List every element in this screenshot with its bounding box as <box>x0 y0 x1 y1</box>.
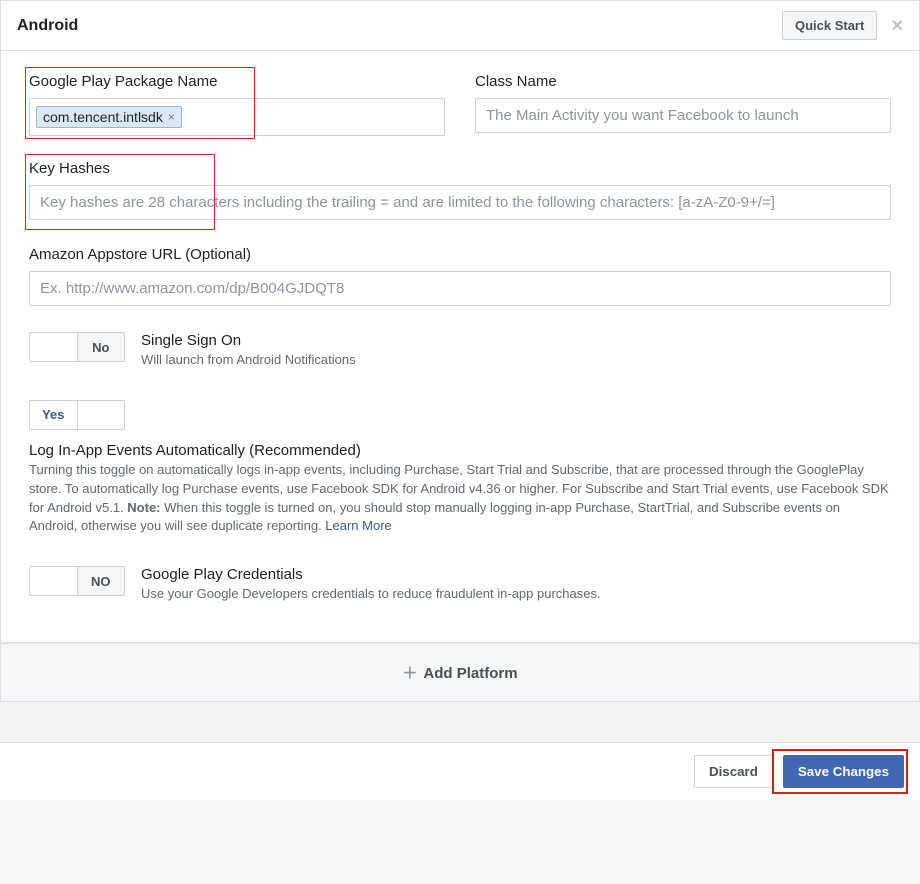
gplay-creds-desc: Use your Google Developers credentials t… <box>141 585 891 604</box>
gplay-creds-toggle-no[interactable]: NO <box>77 567 125 595</box>
sso-toggle-no[interactable]: No <box>77 333 125 361</box>
save-changes-button[interactable]: Save Changes <box>783 755 904 788</box>
panel-title: Android <box>17 17 78 35</box>
log-events-toggle-no[interactable] <box>78 401 125 429</box>
add-platform-button[interactable]: ＋ Add Platform <box>0 643 920 702</box>
sso-toggle-yes[interactable] <box>30 333 77 361</box>
log-events-toggle-yes[interactable]: Yes <box>30 401 78 429</box>
amazon-url-input[interactable] <box>29 271 891 306</box>
key-hashes-input[interactable] <box>29 185 891 220</box>
package-name-tag-text: com.tencent.intlsdk <box>43 109 163 125</box>
sso-desc: Will launch from Android Notifications <box>141 351 891 370</box>
sso-title: Single Sign On <box>141 332 891 349</box>
log-events-desc: Turning this toggle on automatically log… <box>29 461 891 536</box>
quick-start-button[interactable]: Quick Start <box>782 11 877 40</box>
discard-button[interactable]: Discard <box>694 755 773 788</box>
gplay-creds-title: Google Play Credentials <box>141 566 891 583</box>
sso-toggle[interactable]: No <box>29 332 125 362</box>
class-name-label: Class Name <box>475 73 891 90</box>
gplay-creds-toggle[interactable]: NO <box>29 566 125 596</box>
footer-spacer <box>0 702 920 742</box>
package-name-input[interactable]: com.tencent.intlsdk × <box>29 98 445 136</box>
log-events-title: Log In-App Events Automatically (Recomme… <box>29 442 891 459</box>
amazon-url-label: Amazon Appstore URL (Optional) <box>29 246 891 263</box>
panel-header: Android Quick Start × <box>1 1 919 51</box>
plus-icon: ＋ <box>402 665 417 682</box>
add-platform-label: Add Platform <box>423 665 517 682</box>
close-icon[interactable]: × <box>891 16 903 36</box>
class-name-input[interactable] <box>475 98 891 133</box>
package-name-label: Google Play Package Name <box>29 73 445 90</box>
gplay-creds-toggle-yes[interactable] <box>30 567 77 595</box>
key-hashes-label: Key Hashes <box>29 160 891 177</box>
learn-more-link[interactable]: Learn More <box>325 518 391 533</box>
log-events-toggle[interactable]: Yes <box>29 400 125 430</box>
package-name-tag: com.tencent.intlsdk × <box>36 106 182 128</box>
tag-remove-icon[interactable]: × <box>168 110 175 124</box>
footer-bar: Discard Save Changes <box>0 742 920 800</box>
